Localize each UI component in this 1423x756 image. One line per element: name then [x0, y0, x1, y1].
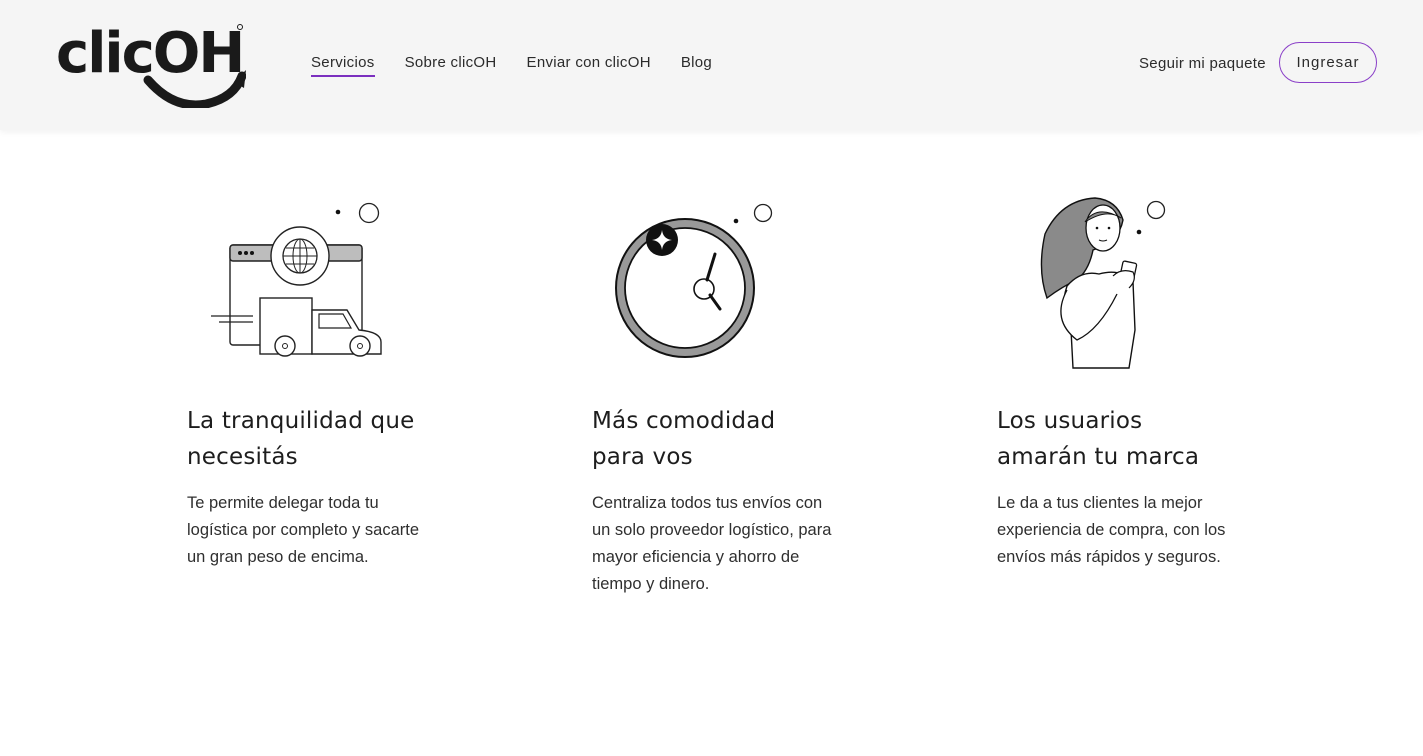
feature-title-line-1: Más comodidad	[592, 408, 776, 434]
feature-title: La tranquilidad que necesitás	[187, 403, 447, 475]
clicoh-logo-image: clicOH	[56, 22, 246, 108]
feature-title-line-2: para vos	[592, 444, 693, 470]
nav-servicios[interactable]: Servicios	[311, 54, 375, 77]
delivery-truck-globe-icon	[211, 202, 382, 357]
feature-title: Los usuarios amarán tu marca	[997, 403, 1257, 475]
feature-title-line-1: La tranquilidad que	[187, 408, 415, 434]
feature-description: Te permite delegar toda tu logística por…	[187, 494, 420, 566]
site-header: clicOH Servicios Sobre clicOH Enviar con…	[0, 0, 1423, 130]
clock-icon	[615, 203, 773, 358]
woman-with-phone-icon	[1040, 197, 1166, 369]
login-button[interactable]: Ingresar	[1279, 42, 1377, 83]
main-nav: Servicios Sobre clicOH Enviar con clicOH…	[311, 54, 712, 77]
feature-title-line-2: amarán tu marca	[997, 444, 1200, 470]
feature-description: Le da a tus clientes la mejor experienci…	[997, 494, 1226, 566]
nav-sobre-clicoh[interactable]: Sobre clicOH	[405, 54, 497, 77]
feature-title-line-1: Los usuarios	[997, 408, 1143, 434]
feature-description: Centraliza todos tus envíos con un solo …	[592, 494, 832, 593]
track-package-link[interactable]: Seguir mi paquete	[1139, 55, 1266, 72]
nav-enviar-con-clicoh[interactable]: Enviar con clicOH	[527, 54, 651, 77]
feature-title: Más comodidad para vos	[592, 403, 852, 475]
nav-blog[interactable]: Blog	[681, 54, 712, 77]
feature-title-line-2: necesitás	[187, 444, 298, 470]
